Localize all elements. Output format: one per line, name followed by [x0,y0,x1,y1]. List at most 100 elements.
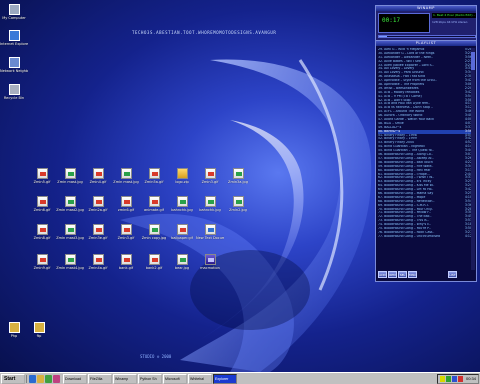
playlist-scroll-thumb[interactable] [471,52,475,70]
desktop-file-icon[interactable]: Zmin5.gif [28,168,56,190]
folder-icon [33,322,45,333]
winamp-playlist[interactable]: PLAYLIST 29. Alex G – Wild 'n Megamix 5:2… [375,40,477,282]
desktop-file-label: Zmin2a.gif [88,208,108,212]
desktop-file-icon[interactable]: Zmin mast.jpg [112,168,140,190]
network-tray-icon[interactable] [445,375,451,382]
image-file-icon [64,168,76,179]
quick-launch [26,374,62,383]
desktop-file-icon[interactable]: Zmin mast.jpg [56,168,84,190]
system-tray: 00:34 [436,373,479,384]
network-icon [8,57,20,68]
desktop-file-icon[interactable]: Zmin2a.gif [84,196,112,218]
desktop-file-label: Zmin mast.jpg [57,180,83,184]
desktop-file-icon[interactable]: Zmin3e.gif [84,224,112,246]
desktop-file-icon[interactable]: Zmin3.gif [112,224,140,246]
playlist-rem-button[interactable]: REM [388,271,397,278]
wallpaper-logo: STUDIO ⊙ 2000 [140,354,172,359]
desktop-icon-label: Network Neighborhood [0,69,28,73]
image-file-icon [148,196,160,207]
desktop-icon-computer[interactable]: My Computer [0,4,28,26]
image-file-icon [64,224,76,235]
desktop-file-label: macmotion [200,266,220,270]
taskbar-button[interactable]: Python Sh [138,373,162,384]
desktop-file-icon[interactable]: Zmin mast2.jpg [56,196,84,218]
speaker-icon[interactable] [439,375,445,382]
playlist-sel-button[interactable]: SEL [398,271,407,278]
desktop-file-icon[interactable]: ballpaper.gif [168,224,196,246]
desktop-file-icon[interactable]: New Text Document.txt [196,224,224,246]
taskbar-button[interactable]: Whitehal [188,373,212,384]
clock[interactable]: 00:34 [466,376,476,381]
image-file-icon [120,168,132,179]
desktop-file-label: Zmin8.gif [33,236,51,240]
player-seek-bar[interactable] [378,35,476,38]
desktop-file-label: Zmin4a.gif [88,266,108,270]
desktop-icon[interactable] [45,374,52,383]
player-track-title: 1. Best 4 Ever (Radio Edit) – Mahem (3:5… [432,13,476,18]
taskbar-button[interactable]: FileZilla [88,373,112,384]
taskbar-button[interactable]: Microsoft [163,373,187,384]
desktop-file-icon[interactable]: bear.jpg [168,254,196,276]
playlist-list-button[interactable]: LIST [448,271,457,278]
playlist-row[interactable]: 77. BloodHound Gang – Uncircumcised 4:12 [378,234,472,239]
outlook-icon[interactable] [37,374,44,383]
image-file-icon [148,168,160,179]
desktop-file-icon[interactable]: Zmin6.gif [28,196,56,218]
desktop-file-icon[interactable]: Zmin mast3.jpg [56,224,84,246]
player-titlebar[interactable]: WINAMP [376,6,476,11]
antivirus-tray-icon[interactable] [457,375,463,382]
desktop-file-label: Zmin2.jpg [229,208,247,212]
desktop-file-label: animate.gif [144,208,164,212]
desktop-file-label: bank2.gif [145,266,163,270]
desktop-file-label: ballpaper.gif [171,236,193,240]
channels-icon[interactable] [53,374,60,383]
desktop-icon-folder[interactable]: ftp [25,322,53,344]
taskbar-button[interactable]: Winamp [113,373,137,384]
desktop-file-label: Zmin5.gif [33,180,51,184]
playlist-add-button[interactable]: ADD [378,271,387,278]
desktop-file-icon[interactable]: bank2.gif [140,254,168,276]
desktop-file-label: Zmin mast3.jpg [56,236,84,240]
desktop-icon-network[interactable]: Network Neighborhood [0,57,28,79]
desktop-file-icon[interactable]: Zmin4a.gif [84,254,112,276]
playlist-misc-button[interactable]: MISC [408,271,417,278]
desktop-file-icon[interactable]: bahnchk.jpg [196,196,224,218]
desktop-file-icon[interactable]: logo.zip [168,168,196,190]
desktop-file-icon[interactable]: Zmin9.gif [28,254,56,276]
taskbar: Start Download FileZilla Winamp Python Sh Mi… [0,372,480,384]
desktop-file-icon[interactable]: Zmin mast4.jpg [56,254,84,276]
image-file-icon [148,224,160,235]
desktop-icon-label: Internet Explorer [0,42,28,46]
desktop-icon-internet-explorer[interactable]: Internet Explorer [0,30,28,52]
desktop-file-icon[interactable]: animate.gif [140,196,168,218]
image-file-icon [36,196,48,207]
desktop-file-icon[interactable]: Zmin4.gif [84,168,112,190]
image-file-icon [176,196,188,207]
image-file-icon [120,224,132,235]
winamp-tray-icon[interactable] [451,375,457,382]
desktop-file-label: zmin6.gif [117,208,135,212]
desktop-icon-recycle-bin[interactable]: Recycle Bin [0,84,28,106]
desktop-file-icon[interactable]: Zmin3a.jpg [224,168,252,190]
desktop-file-icon[interactable]: Zmin5a.gif [140,168,168,190]
image-file-icon [232,196,244,207]
desktop-file-icon[interactable]: Zmin copy.jpg [140,224,168,246]
desktop-file-icon[interactable]: zmin6.gif [112,196,140,218]
player-info: 128 kbps 44 kHz stereo [432,20,468,24]
desktop-file-icon[interactable]: bahnchk.jpg [168,196,196,218]
desktop-icon-label: My Computer [2,16,26,20]
taskbar-button[interactable]: Explorer [213,373,237,384]
desktop-file-icon[interactable]: bank.gif [112,254,140,276]
desktop-file-icon[interactable]: macmotion [196,254,224,276]
start-button[interactable]: Start [1,373,25,384]
desktop-icon-folder[interactable]: Php [0,322,28,344]
desktop-file-icon[interactable]: Zmin3.gif [196,168,224,190]
playlist-scrollbar[interactable] [471,48,475,270]
ie-icon[interactable] [29,374,36,383]
playlist-titlebar[interactable]: PLAYLIST [376,41,476,46]
desktop-file-icon[interactable]: Zmin2.jpg [224,196,252,218]
taskbar-button[interactable]: Download [63,373,87,384]
image-file-icon [204,196,216,207]
image-file-icon [36,224,48,235]
desktop-file-icon[interactable]: Zmin8.gif [28,224,56,246]
